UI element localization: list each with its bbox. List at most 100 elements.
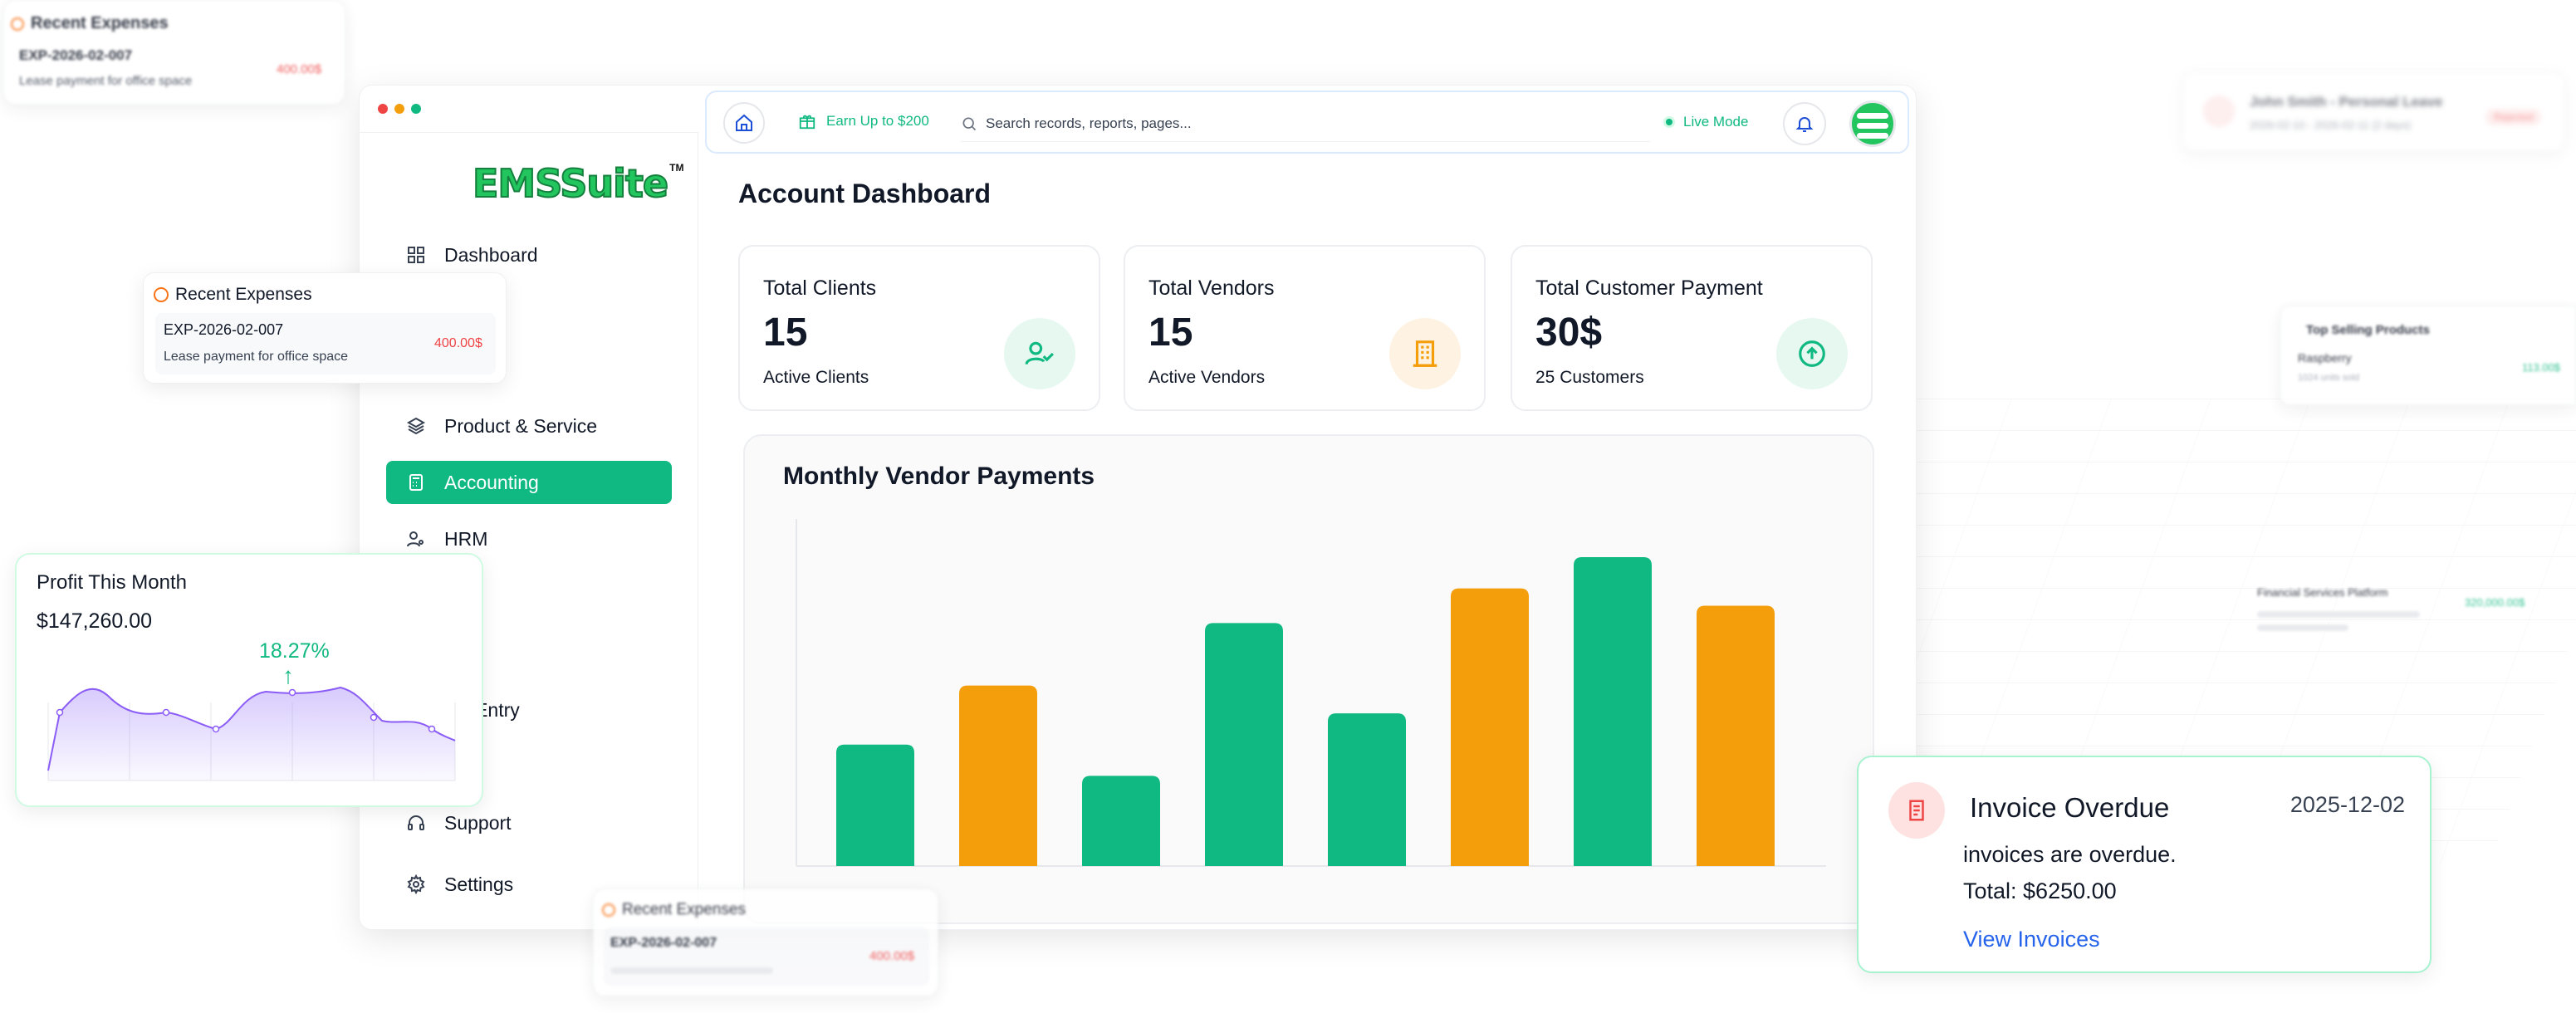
- building-icon: [1389, 318, 1461, 389]
- expense-item[interactable]: EXP-2026-02-007 Lease payment for office…: [155, 313, 496, 374]
- stat-label: Total Customer Payment: [1535, 276, 1763, 300]
- maximize-window-button[interactable]: [411, 104, 421, 114]
- sidebar-item-label: Dashboard: [444, 243, 538, 266]
- stat-value: 15: [763, 311, 808, 355]
- platform-bar-2: [2257, 624, 2348, 631]
- chart-bar[interactable]: [1697, 605, 1775, 867]
- close-window-button[interactable]: [378, 104, 388, 114]
- top-bar: Earn Up to $200 Live Mode: [705, 91, 1909, 154]
- platform-bar: [2257, 611, 2420, 618]
- chart-bar[interactable]: [1328, 713, 1406, 866]
- stat-card-vendors[interactable]: Total Vendors 15 Active Vendors: [1124, 245, 1486, 411]
- window-controls: [378, 104, 421, 114]
- expense-id: EXP-2026-02-007: [164, 321, 284, 338]
- stat-label: Total Vendors: [1148, 276, 1275, 300]
- chart-bar[interactable]: [836, 744, 914, 866]
- invoice-title: Invoice Overdue: [1970, 792, 2170, 823]
- headset-icon: [408, 815, 424, 830]
- leave-title: John Smith - Personal Leave: [2250, 94, 2443, 110]
- leave-status-badge: Rejected: [2485, 109, 2542, 125]
- sidebar-item-accounting[interactable]: Accounting: [386, 461, 672, 504]
- sidebar-item-label: Accounting: [444, 471, 539, 493]
- home-icon: [736, 114, 752, 131]
- stat-label: Total Clients: [763, 276, 877, 300]
- chart-bar[interactable]: [959, 685, 1037, 866]
- top-product-units: 1024 units sold: [2298, 373, 2359, 383]
- sparkline-area: [48, 688, 455, 781]
- gear-icon: [407, 874, 425, 894]
- chart-bar[interactable]: [1205, 623, 1283, 866]
- platform-title: Financial Services Platform: [2257, 586, 2388, 599]
- search-input[interactable]: [986, 115, 1617, 132]
- view-invoices-link[interactable]: View Invoices: [1963, 927, 2100, 952]
- home-button[interactable]: [723, 102, 765, 144]
- top-selling-title: Top Selling Products: [2306, 323, 2430, 337]
- recent-expenses-title: Recent Expenses: [154, 285, 312, 305]
- stat-sub: 25 Customers: [1535, 368, 1644, 387]
- invoice-date: 2025-12-02: [2290, 792, 2405, 817]
- expense-amount: 400.00$: [869, 949, 915, 963]
- expense-id: EXP-2026-02-007: [610, 936, 717, 950]
- earn-link[interactable]: Earn Up to $200: [798, 112, 929, 130]
- page-title: Account Dashboard: [738, 179, 992, 208]
- live-status-dot: [1663, 116, 1675, 128]
- expense-desc: Lease payment for office space: [164, 350, 349, 364]
- user-avatar[interactable]: [1849, 100, 1896, 147]
- stat-value: 15: [1148, 311, 1193, 355]
- recent-expenses-card[interactable]: Recent Expenses EXP-2026-02-007 Lease pa…: [143, 272, 507, 384]
- stat-card-customer-payment[interactable]: Total Customer Payment 30$ 25 Customers: [1511, 245, 1873, 411]
- minimize-window-button[interactable]: [394, 104, 404, 114]
- sidebar-item-dashboard[interactable]: Dashboard: [386, 233, 672, 276]
- search-icon: [962, 117, 977, 130]
- sidebar-item-label: Product & Service: [444, 414, 598, 437]
- clock-icon: [11, 17, 24, 31]
- sidebar-item-label: Settings: [444, 873, 514, 895]
- platform-item: Financial Services Platform 320,000.00$: [2255, 578, 2571, 636]
- gift-icon: [799, 115, 815, 130]
- sidebar-item-label: HRM: [444, 527, 488, 550]
- calculator-icon: [409, 474, 423, 491]
- sidebar-item-label: Support: [444, 811, 512, 834]
- profit-sparkline: [47, 686, 456, 781]
- grid-icon: [408, 247, 424, 263]
- invoice-overdue-toast[interactable]: Invoice Overdue 2025-12-02 invoices are …: [1857, 756, 2432, 973]
- stat-value: 30$: [1535, 311, 1603, 355]
- search-bar: [961, 105, 1650, 142]
- invoice-message: invoices are overdue.: [1963, 842, 2177, 867]
- vendor-payments-chart: Monthly Vendor Payments: [743, 434, 1874, 924]
- recent-expenses-title: Recent Expenses: [11, 14, 169, 33]
- expense-desc: Lease payment for office space: [19, 74, 193, 88]
- expense-desc-placeholder: [610, 967, 773, 974]
- invoice-icon: [1888, 782, 1945, 839]
- live-mode-toggle[interactable]: Live Mode: [1663, 114, 1748, 130]
- expense-item: EXP-2026-02-007 400.00$: [604, 927, 929, 986]
- notifications-button[interactable]: [1783, 102, 1826, 145]
- layers-icon: [406, 417, 426, 435]
- expense-amount: 400.00$: [277, 62, 322, 76]
- clock-icon: [602, 903, 615, 917]
- clock-icon: [154, 287, 169, 302]
- user-check-icon: [1004, 318, 1075, 389]
- stat-sub: Active Vendors: [1148, 368, 1266, 387]
- calendar-icon: [2203, 95, 2235, 127]
- leave-dates: 2026-02-10 - 2026-02-11 (2 days): [2250, 119, 2412, 131]
- chart-bar[interactable]: [1082, 776, 1160, 866]
- app-window: EMSSuite TM Dashboard Product & Service …: [359, 85, 1917, 930]
- bell-icon: [1795, 117, 1814, 132]
- platform-amount: 320,000.00$: [2465, 596, 2525, 609]
- profit-card[interactable]: Profit This Month $147,260.00 18.27% ↑: [15, 553, 483, 807]
- chart-bar[interactable]: [1451, 588, 1529, 866]
- chart-bar[interactable]: [1574, 556, 1652, 866]
- recent-expenses-card-bottom: Recent Expenses EXP-2026-02-007 400.00$: [593, 888, 938, 996]
- expense-id: EXP-2026-02-007: [19, 47, 133, 63]
- top-product-name: Raspberry: [2298, 351, 2352, 365]
- bar-chart: [796, 519, 1826, 867]
- top-product-amount: 113.00$: [2522, 361, 2561, 374]
- stat-card-clients[interactable]: Total Clients 15 Active Clients: [738, 245, 1100, 411]
- sidebar-item-product-service[interactable]: Product & Service: [386, 404, 672, 448]
- leave-request-card: John Smith - Personal Leave 2026-02-10 -…: [2182, 71, 2564, 151]
- recent-expenses-title: Recent Expenses: [602, 901, 746, 919]
- top-selling-card: Top Selling Products Raspberry 1024 unit…: [2280, 306, 2576, 405]
- expense-amount: 400.00$: [434, 336, 482, 350]
- app-logo[interactable]: EMSSuite TM: [472, 162, 683, 203]
